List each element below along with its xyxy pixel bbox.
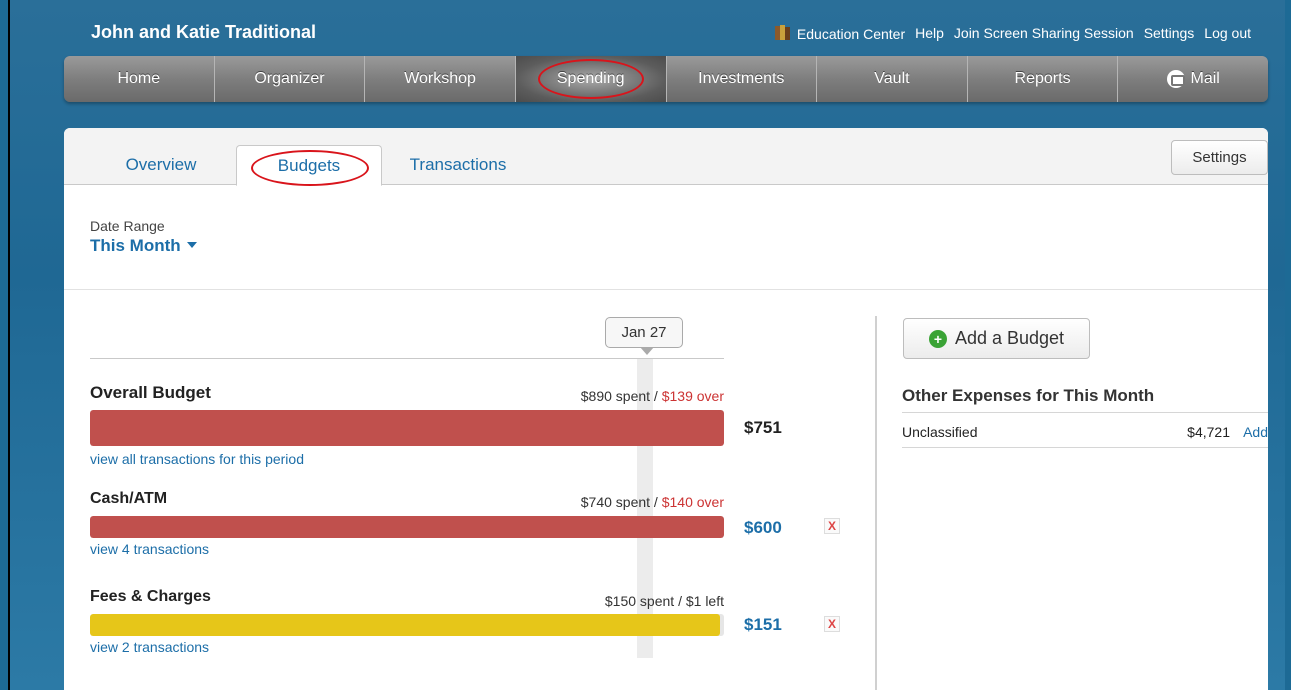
budget-remaining: $1 left	[685, 593, 724, 609]
budget-progress-fill	[90, 410, 724, 446]
budget-progress-bar	[90, 614, 724, 636]
help-link[interactable]: Help	[915, 25, 944, 41]
nav-organizer[interactable]: Organizer	[215, 56, 366, 102]
other-expenses-rule	[902, 447, 1268, 448]
settings-button[interactable]: Settings	[1171, 140, 1268, 175]
budget-status: $740 spent / $140 over	[581, 494, 724, 510]
budget-sep: /	[650, 494, 662, 510]
content-panel: Overview Budgets Transactions Settings D…	[64, 128, 1268, 690]
nav-home[interactable]: Home	[64, 56, 215, 102]
tab-budgets-label: Budgets	[277, 155, 341, 175]
tabs-bar: Overview Budgets Transactions Settings	[64, 128, 1268, 186]
budget-progress-fill	[90, 516, 724, 538]
tab-budgets[interactable]: Budgets	[236, 145, 382, 186]
budget-header-rule	[90, 358, 724, 359]
app-title: John and Katie Traditional	[91, 22, 317, 42]
budget-status: $890 spent / $139 over	[581, 388, 724, 404]
date-range-label: Date Range	[90, 218, 165, 234]
screen-sharing-link[interactable]: Join Screen Sharing Session	[954, 25, 1134, 41]
budget-name: Overall Budget	[90, 383, 211, 402]
app-frame: John and Katie Traditional Education Cen…	[8, 0, 1285, 690]
nav-spending-label: Spending	[556, 70, 625, 87]
budget-remaining: $139 over	[661, 388, 724, 404]
delete-budget-button[interactable]: X	[824, 518, 840, 534]
budget-progress-bar	[90, 516, 724, 538]
nav-mail-label: Mail	[1190, 70, 1220, 87]
budget-status: $150 spent / $1 left	[605, 593, 724, 609]
tab-overview[interactable]: Overview	[106, 145, 216, 185]
budget-amount: $600	[744, 518, 782, 537]
plus-icon: +	[928, 329, 947, 348]
book-icon	[774, 25, 790, 40]
budget-progress-bar	[90, 410, 724, 446]
budget-sep: /	[650, 388, 662, 404]
budget-amount: $751	[744, 418, 782, 437]
section-divider	[64, 289, 1268, 290]
view-transactions-link[interactable]: view all transactions for this period	[90, 451, 304, 467]
today-marker: Jan 27	[605, 317, 683, 355]
mail-icon	[1166, 70, 1185, 88]
nav-workshop[interactable]: Workshop	[365, 56, 516, 102]
add-classification-link[interactable]: Add	[1243, 424, 1268, 440]
other-expenses-title: Other Expenses for This Month	[902, 386, 1155, 405]
nav-investments[interactable]: Investments	[667, 56, 818, 102]
date-range-select[interactable]: This Month	[90, 236, 197, 256]
nav-mail[interactable]: Mail	[1118, 56, 1268, 102]
main-nav: Home Organizer Workshop Spending Investm…	[64, 56, 1268, 102]
budget-name: Fees & Charges	[90, 588, 211, 605]
top-links: Education Center Help Join Screen Sharin…	[774, 24, 1251, 42]
budget-spent: $740 spent	[580, 494, 651, 510]
other-expenses-label: Unclassified	[902, 424, 978, 440]
budget-sep: /	[674, 593, 686, 609]
budget-progress-fill	[90, 614, 720, 636]
tab-transactions[interactable]: Transactions	[396, 145, 520, 185]
logout-link[interactable]: Log out	[1204, 25, 1251, 41]
budget-name: Cash/ATM	[90, 490, 168, 507]
add-budget-button[interactable]: + Add a Budget	[903, 318, 1090, 359]
education-center-label: Education Center	[796, 26, 906, 42]
budget-spent: $150 spent	[604, 593, 675, 609]
settings-link[interactable]: Settings	[1144, 25, 1195, 41]
nav-spending[interactable]: Spending	[515, 56, 667, 102]
nav-reports[interactable]: Reports	[968, 56, 1119, 102]
budget-spent: $890 spent	[580, 388, 651, 404]
view-transactions-link[interactable]: view 2 transactions	[90, 639, 209, 655]
column-divider	[875, 316, 877, 690]
budget-amount: $151	[744, 615, 782, 634]
nav-vault[interactable]: Vault	[817, 56, 968, 102]
view-transactions-link[interactable]: view 4 transactions	[90, 541, 209, 557]
education-center-link[interactable]: Education Center	[774, 24, 905, 42]
add-budget-label: Add a Budget	[954, 328, 1065, 348]
budget-remaining: $140 over	[661, 494, 724, 510]
other-expenses-row: Unclassified $4,721 Add	[902, 424, 1268, 440]
caret-down-icon	[186, 242, 197, 248]
other-expenses-amount: $4,721	[1187, 424, 1230, 440]
other-expenses-rule	[902, 412, 1268, 413]
date-range-value: This Month	[90, 236, 181, 255]
delete-budget-button[interactable]: X	[824, 616, 840, 632]
